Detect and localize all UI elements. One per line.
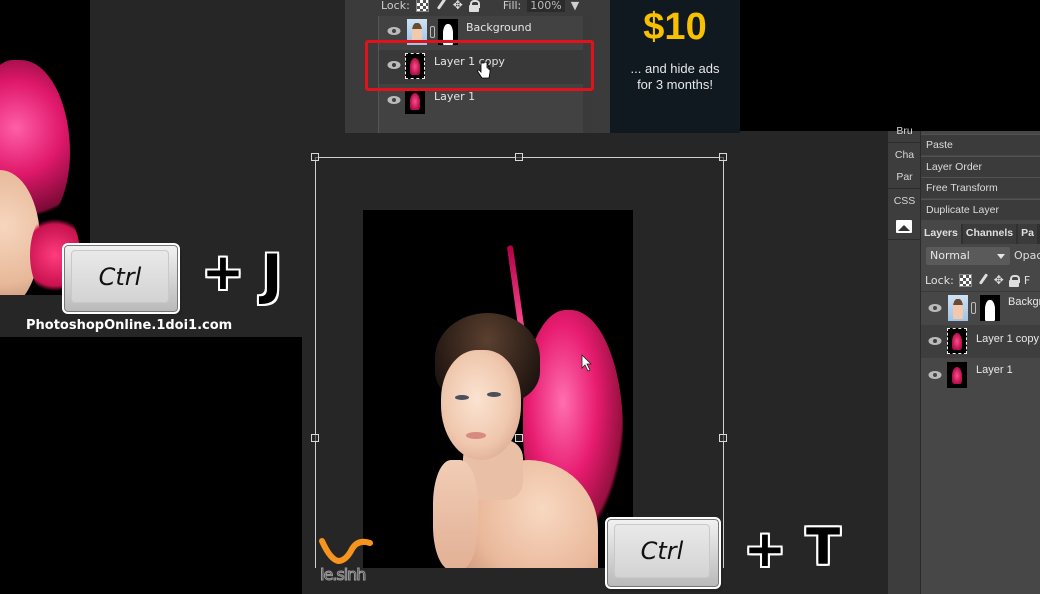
lock-all-icon[interactable] — [468, 0, 480, 12]
transform-handle-right[interactable] — [719, 434, 727, 442]
eye-icon[interactable] — [928, 370, 942, 380]
transform-handle-left[interactable] — [311, 434, 319, 442]
logo-text: le.sinh — [319, 565, 366, 585]
black-region — [740, 0, 1040, 131]
layer-row-layer-1-copy[interactable]: Layer 1 copy — [921, 325, 1040, 358]
lock-label: Lock: — [925, 273, 954, 287]
layers-list: Backgr Layer 1 copy Layer 1 — [921, 291, 1040, 594]
ctrl-key-label: Ctrl — [614, 524, 710, 578]
lock-all-icon[interactable] — [1008, 274, 1020, 287]
lock-move-icon[interactable]: ✥ — [453, 0, 463, 12]
lock-paint-icon[interactable] — [435, 0, 447, 11]
transform-handle-center[interactable] — [515, 434, 523, 442]
side-tab-brushes[interactable]: Bru — [888, 125, 921, 137]
plus-sign: + — [744, 520, 786, 578]
fill-dropdown-icon[interactable]: ▼ — [571, 0, 579, 12]
promo-line-1: ... and hide ads — [630, 61, 720, 76]
transform-handle-top-left[interactable] — [311, 153, 319, 161]
eye-icon[interactable] — [928, 303, 942, 313]
fill-input[interactable]: 100% — [527, 0, 565, 12]
arrow-cursor-icon — [581, 354, 592, 372]
panel-tabs: Layers Channels Pa — [921, 224, 1040, 244]
lock-row: Lock: ✥ Fill: 100% ▼ — [381, 0, 579, 14]
eye-icon[interactable] — [387, 26, 401, 36]
layer-mask-thumbnail[interactable] — [980, 295, 1000, 321]
promo-price: $10 — [643, 6, 707, 48]
fill-label: Fill: — [502, 0, 522, 12]
lock-move-icon[interactable]: ✥ — [994, 273, 1004, 287]
transform-handle-top-right[interactable] — [719, 153, 727, 161]
menu-item-paste[interactable]: Paste — [921, 134, 1040, 155]
promo-line-2: for 3 months! — [637, 77, 713, 92]
ctrl-key-graphic: Ctrl — [62, 243, 180, 314]
tab-channels[interactable]: Channels — [962, 224, 1017, 244]
layer-thumbnail — [947, 328, 967, 354]
layer-row-layer-1[interactable]: Layer 1 — [921, 359, 1040, 392]
hand-shape — [433, 460, 478, 568]
lock-transparency-icon[interactable] — [415, 0, 429, 12]
blend-mode-select[interactable]: Normal — [926, 247, 1010, 265]
transform-edge — [315, 438, 316, 588]
menu-item-duplicate-layer[interactable]: Duplicate Layer — [921, 199, 1040, 220]
divider — [888, 239, 921, 240]
layer-thumbnail — [948, 295, 968, 321]
ctrl-key-graphic: Ctrl — [605, 517, 721, 589]
fill-label: F — [1023, 273, 1031, 287]
tab-paths[interactable]: Pa — [1018, 224, 1037, 244]
link-icon[interactable] — [971, 302, 976, 314]
eye-icon[interactable] — [387, 95, 401, 105]
side-tab-paragraph[interactable]: Par — [888, 171, 921, 183]
menu-item-free-transform[interactable]: Free Transform — [921, 177, 1040, 198]
image-icon[interactable] — [896, 220, 912, 233]
opacity-label: Opac — [1014, 249, 1040, 262]
link-icon[interactable] — [430, 26, 435, 38]
workspace-bottom — [302, 568, 888, 594]
blend-mode-value: Normal — [930, 249, 970, 262]
side-panel-tabs: Bru Cha Par CSS — [888, 125, 921, 594]
lock-transparency-icon[interactable] — [958, 273, 972, 287]
layer-name: Layer 1 copy — [976, 333, 1039, 345]
promo-message: ... and hide ads for 3 months! — [610, 61, 740, 93]
plus-sign: + — [202, 243, 244, 301]
layer-name: Backgr — [1008, 296, 1040, 308]
lock-label: Lock: — [381, 0, 410, 12]
watermark-text: PhotoshopOnline.1doi1.com — [26, 318, 233, 333]
side-tab-css[interactable]: CSS — [888, 195, 921, 207]
layer-name: Layer 1 — [434, 90, 476, 103]
divider — [888, 142, 921, 143]
right-panel: Paste Layer Order Free Transform Duplica… — [921, 131, 1040, 594]
menu-item-layer-order[interactable]: Layer Order — [921, 156, 1040, 177]
transform-handle-top[interactable] — [515, 153, 523, 161]
side-tab-character[interactable]: Cha — [888, 149, 921, 161]
shortcut-key-t: T — [806, 518, 841, 576]
lock-row: Lock: ✥ F — [925, 271, 1030, 289]
shortcut-key-j: J — [262, 243, 283, 306]
ctrl-key-label: Ctrl — [71, 250, 169, 303]
layer-row-background[interactable]: Backgr — [921, 292, 1040, 325]
layer-name: Background — [466, 21, 532, 34]
dark-background — [90, 0, 345, 130]
layer-thumbnail — [947, 362, 967, 388]
transform-edge — [723, 438, 724, 588]
black-region — [0, 337, 302, 594]
divider — [888, 188, 921, 189]
hand-cursor-icon — [477, 62, 491, 79]
lock-paint-icon[interactable] — [977, 274, 989, 286]
promo-ad[interactable]: $10 ... and hide ads for 3 months! — [610, 0, 740, 133]
eye-icon[interactable] — [928, 336, 942, 346]
logo: le.sinh — [318, 535, 376, 585]
layer-name: Layer 1 — [976, 364, 1013, 376]
chevron-down-icon — [997, 254, 1005, 259]
tab-layers[interactable]: Layers — [921, 224, 961, 244]
free-transform-bounding-box[interactable] — [315, 157, 724, 438]
logo-mark-icon — [319, 538, 373, 565]
layer-thumbnail — [405, 88, 425, 114]
